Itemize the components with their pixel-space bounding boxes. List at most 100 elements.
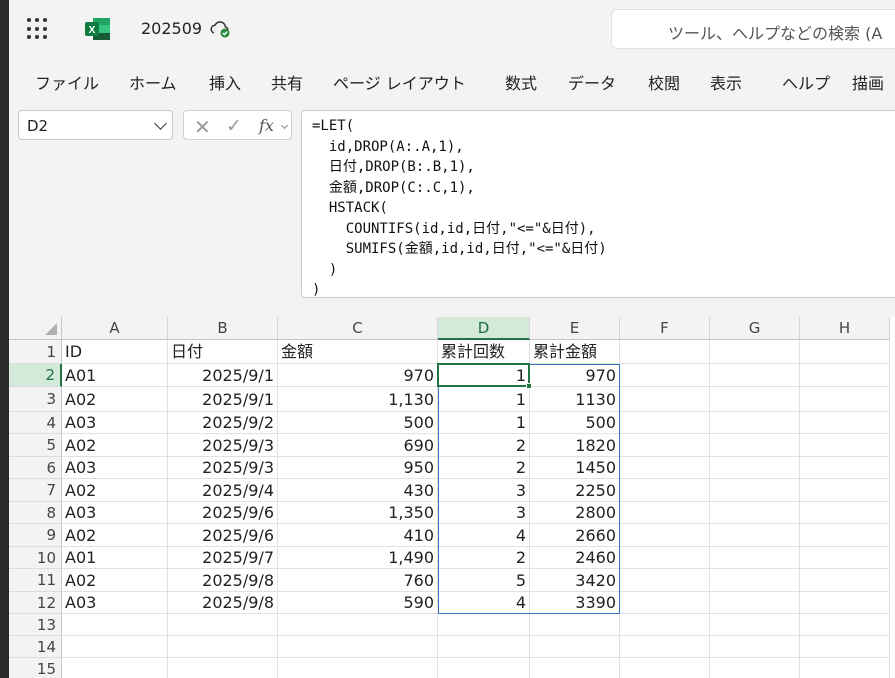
- cell-g14[interactable]: [710, 636, 800, 658]
- cell-d11[interactable]: 5: [438, 569, 530, 592]
- cell-e3[interactable]: 1130: [530, 387, 620, 412]
- cell-e6[interactable]: 1450: [530, 457, 620, 479]
- cell-g15[interactable]: [710, 658, 800, 678]
- cell-a12[interactable]: A03: [62, 592, 168, 614]
- column-header-g[interactable]: G: [710, 317, 800, 340]
- cell-f2[interactable]: [620, 364, 710, 387]
- cell-b3[interactable]: 2025/9/1: [168, 387, 278, 412]
- cell-b13[interactable]: [168, 614, 278, 636]
- row-header-3[interactable]: 3: [9, 387, 62, 412]
- column-header-a[interactable]: A: [62, 317, 168, 340]
- cell-d6[interactable]: 2: [438, 457, 530, 479]
- cell-f11[interactable]: [620, 569, 710, 592]
- cell-f1[interactable]: [620, 340, 710, 364]
- cell-d10[interactable]: 2: [438, 547, 530, 569]
- cell-b1[interactable]: 日付: [168, 340, 278, 364]
- cell-g12[interactable]: [710, 592, 800, 614]
- cell-h15[interactable]: [800, 658, 890, 678]
- cell-h6[interactable]: [800, 457, 890, 479]
- row-header-8[interactable]: 8: [9, 502, 62, 524]
- app-launcher-icon[interactable]: [27, 18, 49, 40]
- cell-e10[interactable]: 2460: [530, 547, 620, 569]
- cell-a4[interactable]: A03: [62, 412, 168, 434]
- column-header-d[interactable]: D: [438, 317, 530, 340]
- cell-f3[interactable]: [620, 387, 710, 412]
- cell-g10[interactable]: [710, 547, 800, 569]
- cell-h13[interactable]: [800, 614, 890, 636]
- cell-f13[interactable]: [620, 614, 710, 636]
- cell-e7[interactable]: 2250: [530, 479, 620, 502]
- tab-insert[interactable]: 挿入: [209, 70, 241, 94]
- cancel-icon[interactable]: ✕: [194, 115, 211, 139]
- cell-a14[interactable]: [62, 636, 168, 658]
- cell-d8[interactable]: 3: [438, 502, 530, 524]
- cell-b15[interactable]: [168, 658, 278, 678]
- cell-f12[interactable]: [620, 592, 710, 614]
- cell-d2[interactable]: 1: [438, 364, 530, 387]
- cell-e8[interactable]: 2800: [530, 502, 620, 524]
- cell-c13[interactable]: [278, 614, 438, 636]
- cell-b14[interactable]: [168, 636, 278, 658]
- row-header-12[interactable]: 12: [9, 592, 62, 614]
- cell-g11[interactable]: [710, 569, 800, 592]
- cell-a6[interactable]: A03: [62, 457, 168, 479]
- chevron-down-icon[interactable]: [154, 117, 167, 130]
- tab-draw[interactable]: 描画: [852, 70, 884, 94]
- cell-f4[interactable]: [620, 412, 710, 434]
- cell-f14[interactable]: [620, 636, 710, 658]
- cell-a1[interactable]: ID: [62, 340, 168, 364]
- column-header-b[interactable]: B: [168, 317, 278, 340]
- row-header-7[interactable]: 7: [9, 479, 62, 502]
- cell-e5[interactable]: 1820: [530, 434, 620, 457]
- cell-b4[interactable]: 2025/9/2: [168, 412, 278, 434]
- cell-b10[interactable]: 2025/9/7: [168, 547, 278, 569]
- column-header-h[interactable]: H: [800, 317, 890, 340]
- tab-data[interactable]: データ: [568, 70, 616, 94]
- cell-f10[interactable]: [620, 547, 710, 569]
- cell-d9[interactable]: 4: [438, 524, 530, 547]
- cell-g4[interactable]: [710, 412, 800, 434]
- cell-a8[interactable]: A03: [62, 502, 168, 524]
- cell-g1[interactable]: [710, 340, 800, 364]
- cell-g8[interactable]: [710, 502, 800, 524]
- cell-h1[interactable]: [800, 340, 890, 364]
- cell-e12[interactable]: 3390: [530, 592, 620, 614]
- insert-function-button[interactable]: fx: [259, 116, 274, 135]
- cell-g7[interactable]: [710, 479, 800, 502]
- cell-f9[interactable]: [620, 524, 710, 547]
- cell-h9[interactable]: [800, 524, 890, 547]
- file-title[interactable]: 202509: [141, 19, 202, 38]
- cell-d13[interactable]: [438, 614, 530, 636]
- fill-handle[interactable]: [526, 383, 532, 389]
- cell-g5[interactable]: [710, 434, 800, 457]
- tab-share[interactable]: 共有: [271, 70, 303, 94]
- cell-e11[interactable]: 3420: [530, 569, 620, 592]
- column-header-c[interactable]: C: [278, 317, 438, 340]
- row-header-6[interactable]: 6: [9, 457, 62, 479]
- tab-formulas[interactable]: 数式: [505, 70, 537, 94]
- cell-b11[interactable]: 2025/9/8: [168, 569, 278, 592]
- row-header-4[interactable]: 4: [9, 412, 62, 434]
- cell-g3[interactable]: [710, 387, 800, 412]
- row-header-1[interactable]: 1: [9, 340, 62, 364]
- cell-c9[interactable]: 410: [278, 524, 438, 547]
- name-box[interactable]: D2: [18, 110, 173, 140]
- cell-b8[interactable]: 2025/9/6: [168, 502, 278, 524]
- row-header-5[interactable]: 5: [9, 434, 62, 457]
- cell-d7[interactable]: 3: [438, 479, 530, 502]
- cell-g2[interactable]: [710, 364, 800, 387]
- cell-c4[interactable]: 500: [278, 412, 438, 434]
- row-header-13[interactable]: 13: [9, 614, 62, 636]
- cell-e15[interactable]: [530, 658, 620, 678]
- cell-b2[interactable]: 2025/9/1: [168, 364, 278, 387]
- cell-d4[interactable]: 1: [438, 412, 530, 434]
- cell-d14[interactable]: [438, 636, 530, 658]
- cell-c1[interactable]: 金額: [278, 340, 438, 364]
- cell-c12[interactable]: 590: [278, 592, 438, 614]
- cell-e1[interactable]: 累計金額: [530, 340, 620, 364]
- row-header-2[interactable]: 2: [9, 364, 62, 387]
- cell-h5[interactable]: [800, 434, 890, 457]
- cell-h14[interactable]: [800, 636, 890, 658]
- tab-review[interactable]: 校閲: [648, 70, 680, 94]
- row-header-14[interactable]: 14: [9, 636, 62, 658]
